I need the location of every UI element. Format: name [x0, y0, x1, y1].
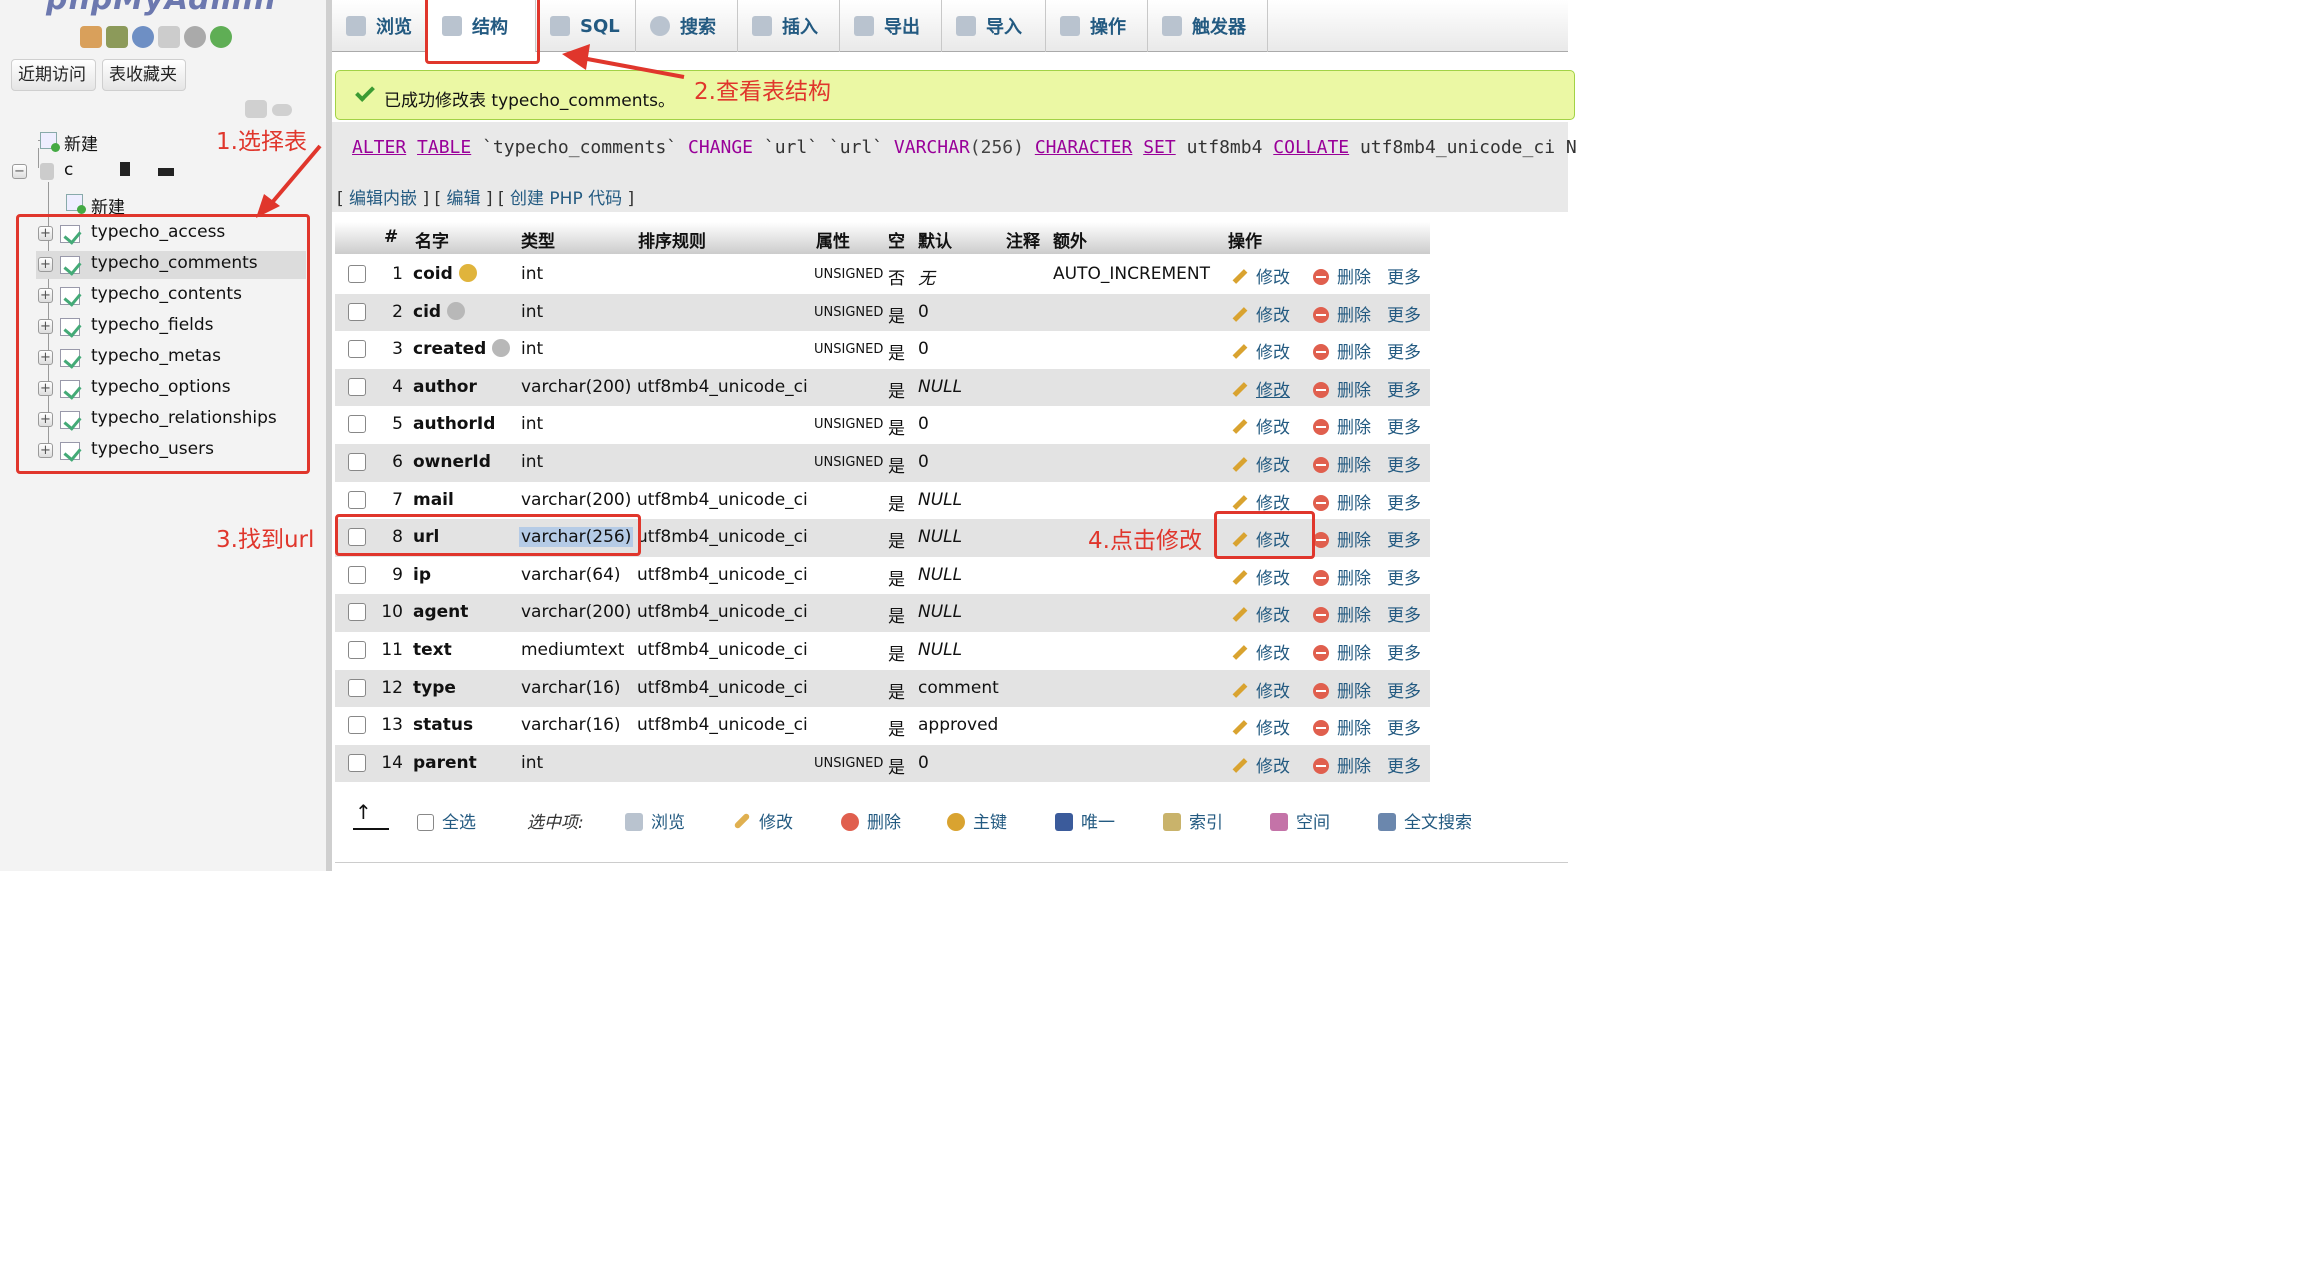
annotation-arrows: [256, 44, 685, 218]
annotation-arrowhead: [562, 44, 590, 70]
annotation-arrow-step1: [268, 144, 322, 207]
annotation-arrow-step2: [581, 56, 685, 79]
